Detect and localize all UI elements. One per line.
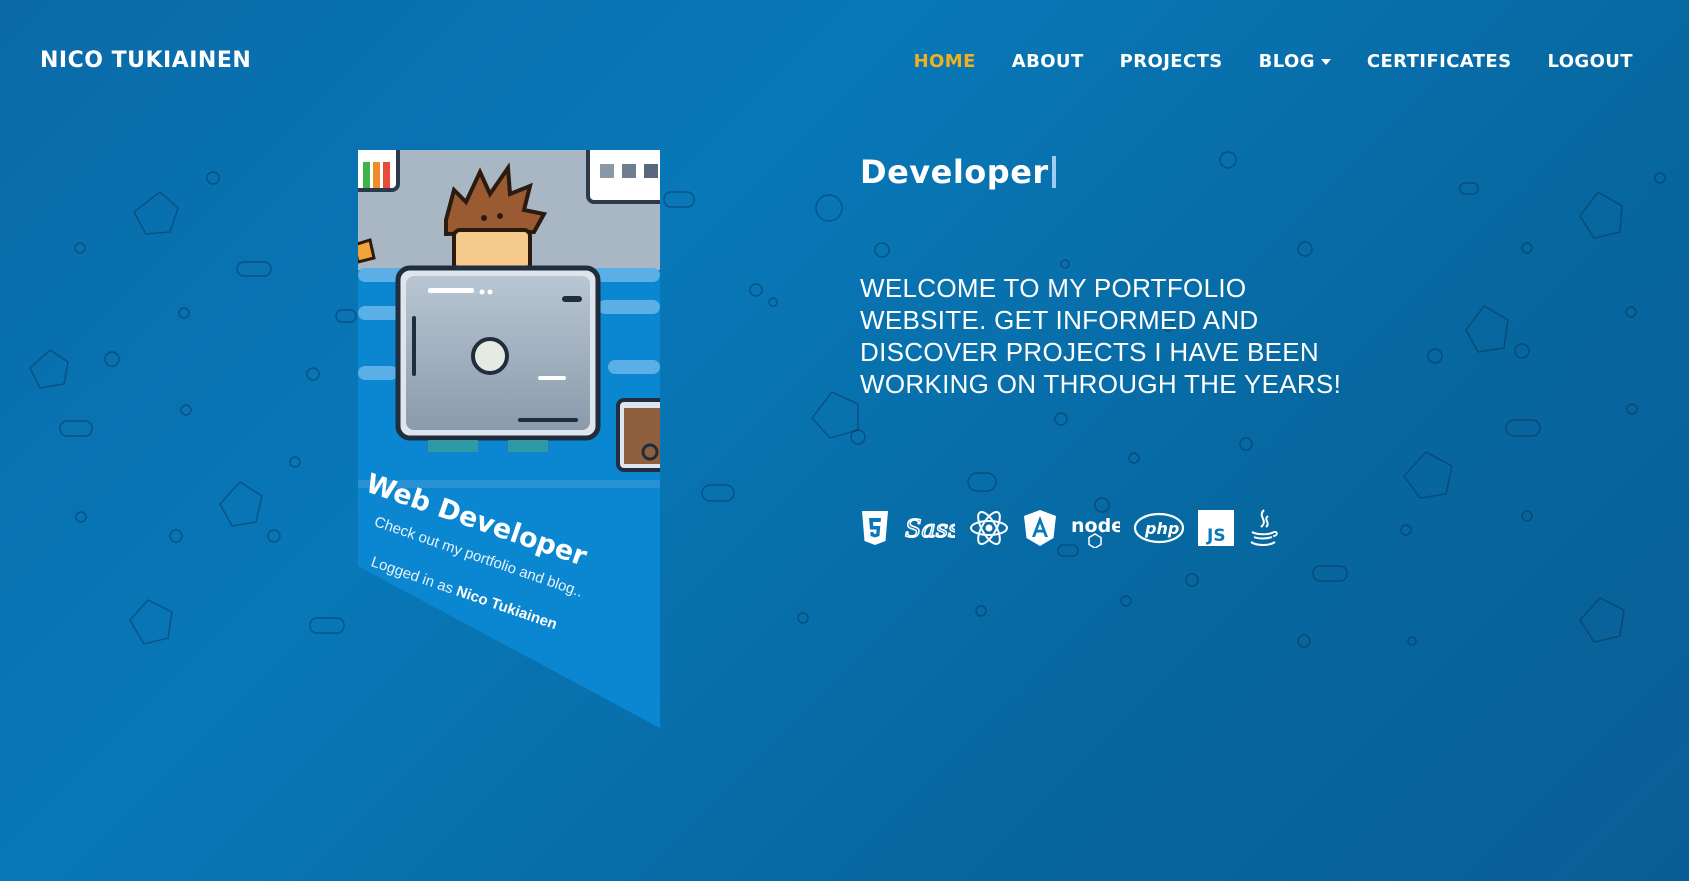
nav-blog-label: BLOG	[1258, 51, 1315, 72]
nav-about-label: ABOUT	[1011, 51, 1084, 72]
js-icon: JS	[1198, 508, 1234, 548]
nav-certificates-label: CERTIFICATES	[1366, 51, 1512, 72]
react-icon	[968, 508, 1010, 548]
brand-logo[interactable]: NICO TUKIAINEN	[40, 48, 251, 73]
nav-blog-dropdown[interactable]: BLOG	[1259, 51, 1331, 72]
nav-projects[interactable]: PROJECTS	[1120, 51, 1223, 72]
developer-illustration	[358, 150, 660, 530]
hero-section: Developer WELCOME TO MY PORTFOLIO WEBSIT…	[860, 150, 1420, 400]
html5-icon	[860, 508, 890, 548]
card-login-name: Nico Tukiainen	[453, 582, 560, 634]
java-icon	[1247, 508, 1279, 548]
node-icon: node	[1070, 508, 1120, 548]
navbar: NICO TUKIAINEN HOME ABOUT PROJECTS BLOG …	[0, 0, 1689, 124]
tech-stack-icons: Sass node php JS	[860, 508, 1279, 548]
nav-home[interactable]: HOME	[914, 51, 976, 72]
profile-card-panel: Web Developer Check out my portfolio and…	[358, 150, 660, 728]
js-icon-text: JS	[1206, 526, 1226, 546]
php-icon: php	[1133, 508, 1185, 548]
typed-text: Developer	[860, 153, 1049, 191]
caret-down-icon	[1320, 58, 1331, 65]
card-login-prefix: Logged in as	[368, 553, 456, 598]
nav-logout[interactable]: LOGOUT	[1547, 51, 1633, 72]
php-icon-text: php	[1144, 519, 1179, 538]
nav-about[interactable]: ABOUT	[1012, 51, 1084, 72]
welcome-text: WELCOME TO MY PORTFOLIO WEBSITE. GET INF…	[860, 273, 1342, 399]
background-particles	[29, 151, 1666, 648]
nav-home-label: HOME	[913, 51, 976, 72]
sass-icon-text: Sass	[905, 515, 955, 543]
profile-card: Web Developer Check out my portfolio and…	[358, 150, 660, 728]
main-nav: HOME ABOUT PROJECTS BLOG CERTIFICATES LO…	[914, 51, 1633, 72]
nav-projects-label: PROJECTS	[1119, 51, 1223, 72]
sass-icon: Sass	[903, 508, 955, 548]
nav-logout-label: LOGOUT	[1547, 51, 1633, 72]
typing-cursor	[1051, 156, 1056, 188]
angular-icon	[1023, 508, 1057, 548]
typed-heading: Developer	[860, 150, 1420, 194]
nav-certificates[interactable]: CERTIFICATES	[1367, 51, 1512, 72]
